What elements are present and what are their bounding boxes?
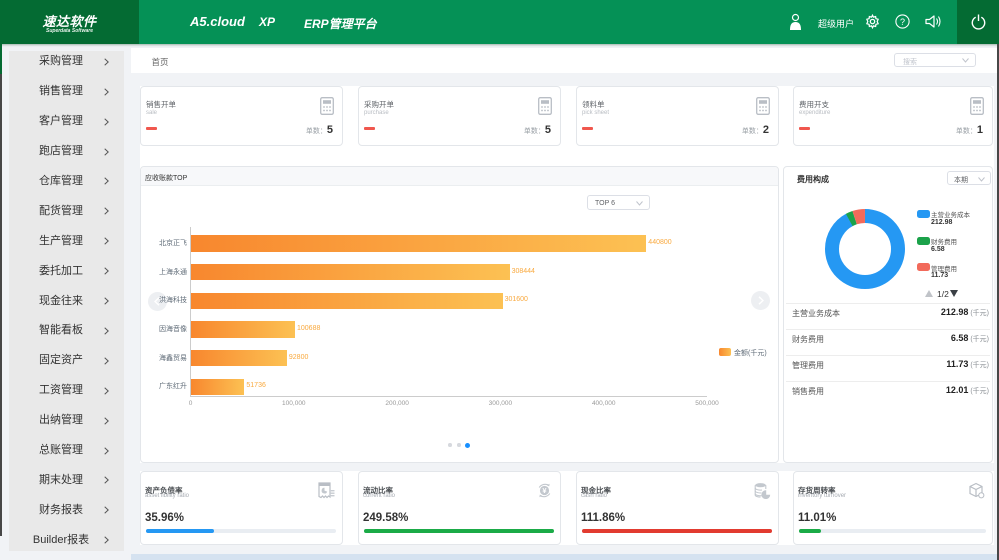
svg-text:?: ? — [900, 17, 905, 27]
